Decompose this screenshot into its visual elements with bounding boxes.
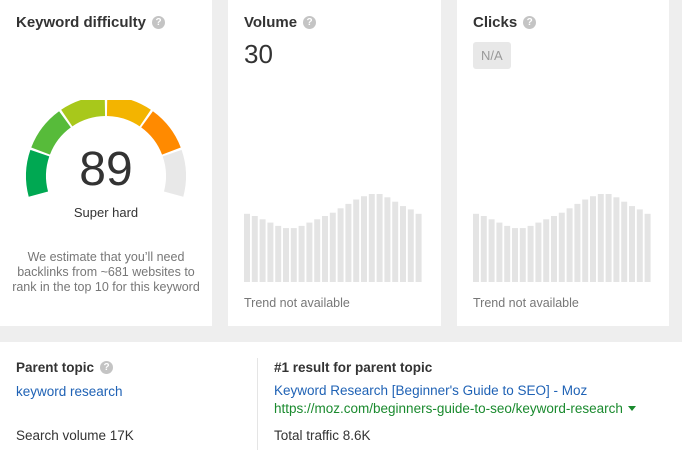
trend-placeholder-bar [314, 219, 321, 282]
trend-placeholder-bar [368, 194, 375, 282]
trend-placeholder-bar [384, 197, 391, 282]
parent-topic-title-text: Parent topic [16, 360, 95, 375]
trend-placeholder-bar [345, 203, 352, 282]
parent-topic-search-volume: Search volume 17K [16, 428, 134, 443]
trend-placeholder-bar [473, 213, 479, 282]
trend-placeholder-bar [582, 199, 589, 282]
top-result-url-text[interactable]: https://moz.com/beginners-guide-to-seo/k… [274, 401, 623, 416]
trend-placeholder-bar [496, 222, 503, 282]
top-result-title: #1 result for parent topic [274, 360, 433, 375]
volume-title-text: Volume [244, 14, 298, 31]
clicks-title-text: Clicks [473, 14, 518, 31]
trend-placeholder-bar [512, 228, 518, 282]
gauge-segment [106, 100, 151, 127]
difficulty-label: Super hard [73, 205, 139, 220]
trend-placeholder-bar [504, 225, 511, 282]
trend-placeholder-bar [519, 228, 526, 282]
trend-placeholder-bar [283, 228, 289, 282]
trend-placeholder-bar [480, 216, 487, 282]
clicks-na-badge: N/A [473, 42, 511, 69]
trend-placeholder-bar [597, 194, 604, 282]
dropdown-caret-icon[interactable] [627, 406, 636, 411]
trend-placeholder-bar [267, 222, 274, 282]
trend-placeholder-bar [605, 194, 612, 282]
clicks-trend-placeholder [473, 194, 651, 282]
top-result-total-traffic: Total traffic 8.6K [274, 428, 371, 443]
trend-placeholder-bar [415, 213, 422, 282]
parent-topic-link[interactable]: keyword research [16, 384, 123, 399]
volume-card: Volume ? 30 Trend not available [228, 0, 441, 326]
volume-title: Volume ? [244, 14, 317, 31]
parent-topic-title: Parent topic ? [16, 360, 114, 375]
divider [257, 358, 258, 450]
trend-placeholder-bar [337, 208, 344, 282]
trend-placeholder-bar [488, 219, 495, 282]
trend-placeholder-bar [613, 197, 620, 282]
trend-placeholder-bar [574, 203, 581, 282]
trend-placeholder-bar [290, 228, 297, 282]
volume-value: 30 [244, 39, 273, 69]
help-icon[interactable]: ? [100, 361, 114, 374]
trend-placeholder-bar [636, 209, 643, 282]
help-icon[interactable]: ? [523, 16, 537, 29]
trend-placeholder-bar [558, 212, 565, 282]
clicks-trend-note: Trend not available [473, 296, 579, 310]
help-icon[interactable]: ? [303, 16, 317, 29]
trend-placeholder-bar [298, 225, 305, 282]
trend-placeholder-bar [306, 222, 313, 282]
clicks-card: Clicks ? N/A Trend not available [457, 0, 669, 326]
top-result-page-link[interactable]: Keyword Research [Beginner's Guide to SE… [274, 383, 587, 398]
trend-placeholder-bar [392, 201, 399, 282]
difficulty-note: We estimate that you’ll need backlinks f… [12, 250, 200, 294]
help-icon[interactable]: ? [152, 16, 166, 29]
gauge-segment [61, 100, 106, 127]
trend-placeholder-bar [361, 196, 367, 282]
parent-topic-panel: Parent topic ? keyword research Search v… [0, 342, 682, 466]
trend-placeholder-bar [376, 194, 383, 282]
trend-placeholder-bar [551, 216, 557, 282]
trend-placeholder-bar [644, 213, 651, 282]
keyword-difficulty-title: Keyword difficulty ? [16, 14, 166, 31]
top-result-url[interactable]: https://moz.com/beginners-guide-to-seo/k… [274, 401, 636, 416]
trend-placeholder-bar [244, 213, 250, 282]
trend-placeholder-bar [400, 206, 406, 282]
trend-placeholder-bar [527, 225, 534, 282]
trend-placeholder-bar [275, 225, 282, 282]
trend-placeholder-bar [322, 216, 328, 282]
trend-placeholder-bar [543, 219, 550, 282]
trend-placeholder-bar [251, 216, 258, 282]
trend-placeholder-bar [621, 201, 628, 282]
trend-placeholder-bar [329, 212, 336, 282]
trend-placeholder-bar [353, 199, 360, 282]
trend-placeholder-bar [629, 206, 635, 282]
trend-placeholder-bar [590, 196, 596, 282]
clicks-title: Clicks ? [473, 14, 537, 31]
trend-placeholder-bar [259, 219, 266, 282]
keyword-difficulty-card: Keyword difficulty ? 89 Super hard We es… [0, 0, 212, 326]
trend-placeholder-bar [535, 222, 542, 282]
trend-placeholder-bar [407, 209, 414, 282]
trend-placeholder-bar [566, 208, 573, 282]
volume-trend-placeholder [244, 194, 422, 282]
volume-trend-note: Trend not available [244, 296, 350, 310]
keyword-difficulty-title-text: Keyword difficulty [16, 14, 147, 31]
difficulty-score: 89 [79, 143, 133, 196]
